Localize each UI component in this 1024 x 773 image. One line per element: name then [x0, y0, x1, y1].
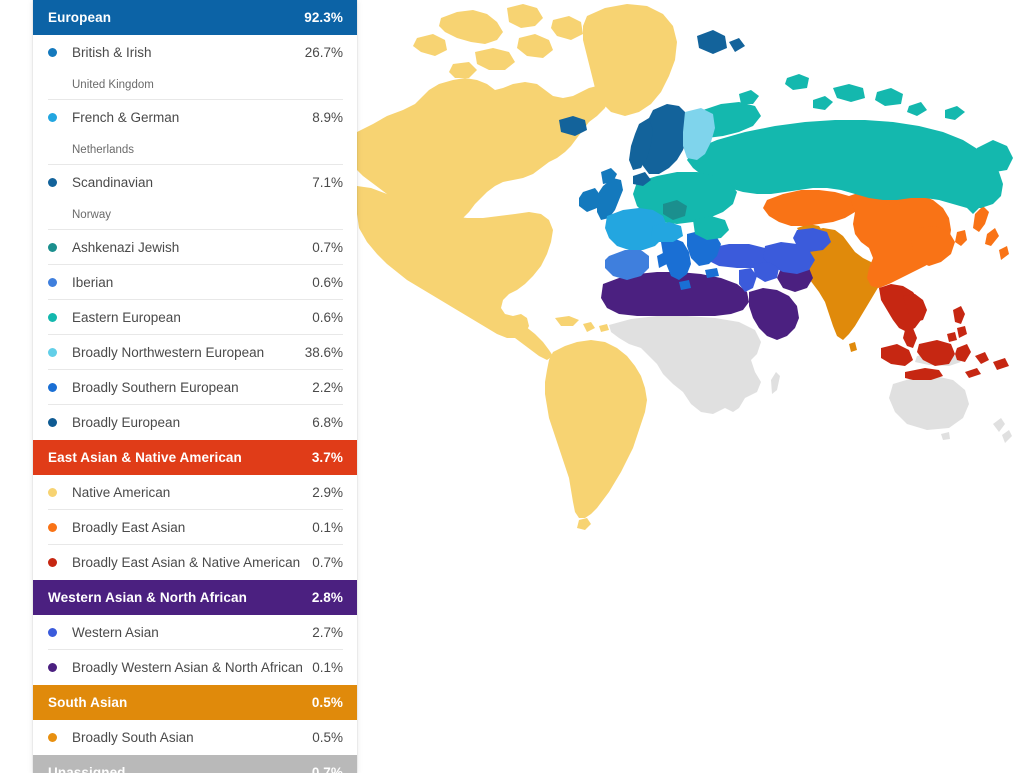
region-name: United Kingdom [72, 79, 154, 91]
ancestry-group-percent: 0.7% [311, 765, 343, 773]
ancestry-population-row[interactable]: Scandinavian 7.1% [33, 165, 357, 200]
population-color-dot-icon [48, 628, 57, 637]
ancestry-population-row[interactable]: Iberian 0.6% [33, 265, 357, 300]
ancestry-group-header[interactable]: Unassigned 0.7% [33, 755, 357, 773]
ancestry-group-header[interactable]: European 92.3% [33, 0, 357, 35]
region-name: Netherlands [72, 144, 135, 156]
population-name: Broadly East Asian & Native American [72, 555, 301, 570]
population-color-dot-icon [48, 523, 57, 532]
ancestry-population-row[interactable]: Broadly Western Asian & North African 0.1… [33, 650, 357, 685]
population-percent: 2.2% [312, 380, 343, 395]
population-recent-region-row[interactable]: Netherlands [33, 135, 357, 165]
ancestry-group-header[interactable]: South Asian 0.5% [33, 685, 357, 720]
population-percent: 0.1% [312, 660, 343, 675]
ancestry-group-name: Western Asian & North African [48, 590, 247, 605]
population-percent: 38.6% [304, 345, 343, 360]
ancestry-population-row[interactable]: Ashkenazi Jewish 0.7% [33, 230, 357, 265]
population-percent: 0.7% [312, 555, 343, 570]
population-recent-region-row[interactable]: United Kingdom [33, 70, 357, 100]
ancestry-population-row[interactable]: Native American 2.9% [33, 475, 357, 510]
population-percent: 6.8% [312, 415, 343, 430]
ancestry-group-header[interactable]: East Asian & Native American 3.7% [33, 440, 357, 475]
population-color-dot-icon [48, 663, 57, 672]
ancestry-group-percent: 92.3% [304, 10, 343, 25]
population-color-dot-icon [48, 488, 57, 497]
ancestry-population-row[interactable]: French & German 8.9% [33, 100, 357, 135]
population-color-dot-icon [48, 418, 57, 427]
population-percent: 2.7% [312, 625, 343, 640]
population-color-dot-icon [48, 733, 57, 742]
ancestry-population-row[interactable]: Eastern European 0.6% [33, 300, 357, 335]
population-percent: 0.1% [312, 520, 343, 535]
population-name: Broadly Southern European [72, 380, 239, 395]
ancestry-composition-panel[interactable]: European 92.3% British & Irish 26.7% United … [33, 0, 357, 773]
ancestry-group-name: Unassigned [48, 765, 126, 773]
population-name: Native American [72, 485, 171, 500]
population-percent: 26.7% [304, 45, 343, 60]
population-color-dot-icon [48, 558, 57, 567]
ancestry-population-row[interactable]: Broadly East Asian & Native American 0.7% [33, 545, 357, 580]
ancestry-group-name: East Asian & Native American [48, 450, 242, 465]
population-percent: 0.6% [312, 310, 343, 325]
population-color-dot-icon [48, 348, 57, 357]
population-name: Western Asian [72, 625, 159, 640]
map-region-unhighlighted [609, 316, 1012, 443]
population-color-dot-icon [48, 48, 57, 57]
population-name: Broadly South Asian [72, 730, 194, 745]
population-percent: 7.1% [312, 175, 343, 190]
ancestry-group-name: European [48, 10, 112, 25]
population-percent: 0.5% [312, 730, 343, 745]
ancestry-group-name: South Asian [48, 695, 128, 710]
population-percent: 0.6% [312, 275, 343, 290]
ancestry-population-row[interactable]: Broadly Northwestern European 38.6% [33, 335, 357, 370]
population-name: Ashkenazi Jewish [72, 240, 180, 255]
population-color-dot-icon [48, 113, 57, 122]
population-color-dot-icon [48, 383, 57, 392]
population-name: Scandinavian [72, 175, 154, 190]
population-color-dot-icon [48, 313, 57, 322]
ancestry-population-row[interactable]: British & Irish 26.7% [33, 35, 357, 70]
population-name: Broadly East Asian [72, 520, 186, 535]
population-color-dot-icon [48, 178, 57, 187]
population-name: Iberian [72, 275, 114, 290]
population-name: Broadly Western Asian & North African [72, 660, 303, 675]
ancestry-group-percent: 2.8% [311, 590, 343, 605]
ancestry-population-row[interactable]: Broadly East Asian 0.1% [33, 510, 357, 545]
ancestry-group-percent: 0.5% [311, 695, 343, 710]
map-region-british-irish [579, 168, 623, 220]
population-percent: 8.9% [312, 110, 343, 125]
region-name: Norway [72, 209, 111, 221]
ancestry-group-list: European 92.3% British & Irish 26.7% United … [33, 0, 357, 773]
population-color-dot-icon [48, 278, 57, 287]
ancestry-group-header[interactable]: Western Asian & North African 2.8% [33, 580, 357, 615]
population-name: British & Irish [72, 45, 152, 60]
population-name: Broadly European [72, 415, 181, 430]
population-percent: 0.7% [312, 240, 343, 255]
world-ancestry-map[interactable] [357, 0, 1024, 773]
population-name: French & German [72, 110, 180, 125]
population-name: Broadly Northwestern European [72, 345, 265, 360]
population-name: Eastern European [72, 310, 181, 325]
ancestry-population-row[interactable]: Broadly European 6.8% [33, 405, 357, 440]
population-recent-region-row[interactable]: Norway [33, 200, 357, 230]
population-color-dot-icon [48, 243, 57, 252]
ancestry-population-row[interactable]: Western Asian 2.7% [33, 615, 357, 650]
ancestry-population-row[interactable]: Broadly Southern European 2.2% [33, 370, 357, 405]
ancestry-group-percent: 3.7% [311, 450, 343, 465]
world-map-svg [357, 4, 1013, 530]
ancestry-population-row[interactable]: Broadly South Asian 0.5% [33, 720, 357, 755]
population-percent: 2.9% [312, 485, 343, 500]
